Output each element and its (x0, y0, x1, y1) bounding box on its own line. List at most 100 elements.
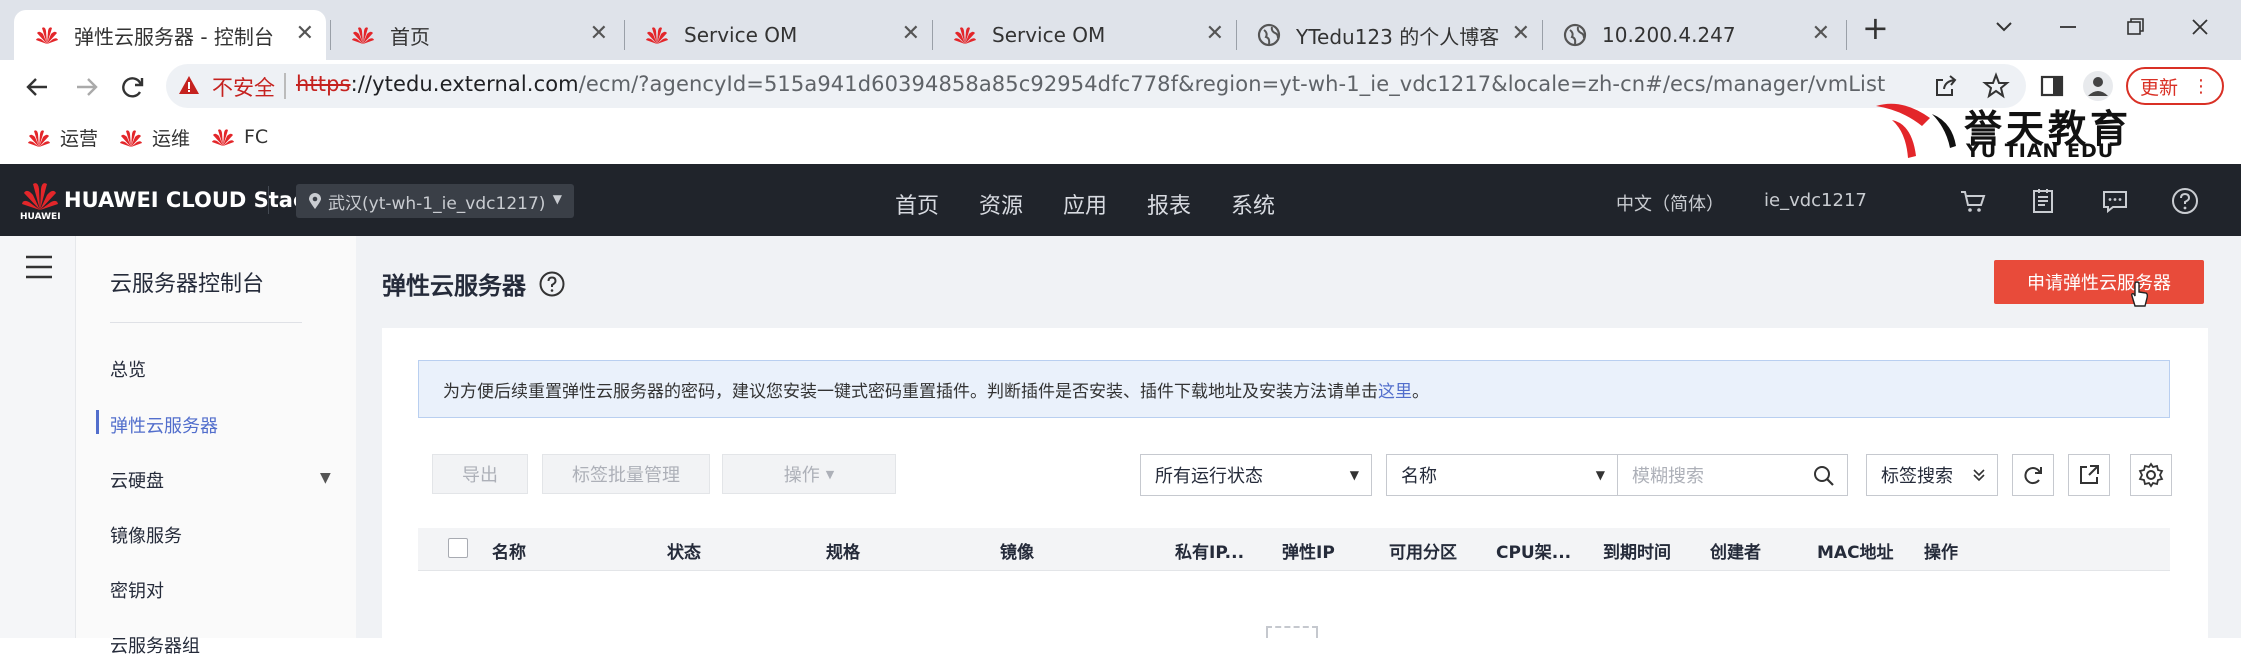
brand-name[interactable]: HUAWEI CLOUD Stack (64, 188, 319, 212)
huawei-logo-icon (20, 180, 60, 212)
url-path: /ecm/?agencyId=515a941d60394858a85c92954… (578, 72, 1886, 96)
sidebar-item-ecs[interactable]: 弹性云服务器 (110, 412, 218, 438)
menu-icon[interactable] (24, 254, 54, 280)
column-header[interactable]: 私有IP... (1175, 538, 1244, 563)
column-header[interactable]: 弹性IP (1282, 538, 1335, 563)
settings-icon[interactable] (2130, 454, 2172, 496)
huawei-icon (644, 22, 670, 48)
forward-icon[interactable] (70, 70, 104, 104)
watermark-en: YU TIAN EDU (1966, 140, 2115, 162)
close-icon[interactable]: ✕ (902, 23, 920, 45)
minimize-icon[interactable] (2048, 14, 2088, 40)
caret-down-icon[interactable]: ▼ (320, 470, 331, 486)
bookmark-label: 运营 (60, 128, 99, 150)
search-field-label: 名称 (1401, 466, 1437, 487)
nav-resources[interactable]: 资源 (979, 188, 1023, 220)
nav-apps[interactable]: 应用 (1063, 188, 1107, 220)
column-header: 操作 (1924, 543, 1958, 563)
url-text[interactable]: https://ytedu.external.com/ecm/?agencyId… (296, 72, 1885, 96)
nav-system[interactable]: 系统 (1231, 188, 1275, 220)
orders-icon[interactable] (2028, 186, 2058, 216)
nav-reports[interactable]: 报表 (1147, 188, 1191, 220)
search-icon[interactable] (1812, 464, 1836, 488)
close-window-icon[interactable] (2180, 14, 2220, 40)
nav-home[interactable]: 首页 (895, 188, 939, 220)
warning-icon[interactable] (178, 74, 200, 96)
huawei-icon (118, 125, 144, 151)
sidebar-item-overview[interactable]: 总览 (110, 356, 146, 382)
close-icon[interactable]: ✕ (590, 23, 608, 45)
search-field-select[interactable]: 名称 ▼ (1386, 454, 1618, 496)
bookmark-maintenance[interactable]: 运维 (118, 124, 190, 151)
url-scheme: https (296, 72, 351, 96)
sidebar-item-keypairs[interactable]: 密钥对 (110, 577, 164, 603)
tab-title: YTedu123 的个人博客 (1296, 24, 1500, 49)
actions-dropdown[interactable]: 操作 ▼ (722, 454, 896, 494)
location-pin-icon (308, 192, 322, 210)
refresh-icon[interactable] (2012, 454, 2054, 496)
sidebar-title: 云服务器控制台 (110, 272, 265, 297)
close-icon[interactable]: ✕ (1206, 23, 1224, 45)
tab-service-om-1[interactable]: Service OM ✕ (624, 10, 932, 60)
tab-blog[interactable]: YTedu123 的个人博客 ✕ (1236, 10, 1542, 60)
export-icon[interactable] (2068, 454, 2110, 496)
insecure-label[interactable]: 不安全 (212, 72, 275, 102)
column-header[interactable]: 名称 (492, 538, 526, 563)
status-filter-select[interactable]: 所有运行状态 ▼ (1140, 454, 1372, 496)
close-icon[interactable]: ✕ (1512, 23, 1530, 45)
sidebar-item-server-groups[interactable]: 云服务器组 (110, 632, 200, 658)
notice-link[interactable]: 这里 (1378, 377, 1412, 402)
tab-ip[interactable]: 10.200.4.247 ✕ (1542, 10, 1842, 60)
language-select[interactable]: 中文（简体） (1616, 190, 1724, 216)
select-all-checkbox[interactable] (448, 538, 468, 558)
tab-title: Service OM (992, 23, 1106, 47)
header-divider (268, 186, 269, 214)
column-header[interactable]: CPU架... (1496, 538, 1571, 563)
restore-icon[interactable] (2114, 14, 2154, 40)
close-icon[interactable]: ✕ (296, 23, 314, 45)
tab-search-icon[interactable] (1984, 14, 2024, 40)
bookmark-ops[interactable]: 运营 (26, 124, 98, 151)
user-menu[interactable]: ie_vdc1217 (1764, 190, 1867, 211)
tag-batch-button[interactable]: 标签批量管理 (542, 454, 710, 494)
new-tab-button[interactable]: + (1862, 12, 1889, 44)
column-header[interactable]: 到期时间 (1603, 538, 1671, 563)
tab-title: 弹性云服务器 - 控制台 (74, 24, 274, 49)
bookmark-fc[interactable]: FC (210, 124, 268, 150)
apply-ecs-button[interactable]: 申请弹性云服务器 (1994, 260, 2204, 304)
sidebar-divider (110, 322, 302, 323)
column-header[interactable]: 可用分区 (1389, 538, 1457, 563)
message-icon[interactable] (2100, 186, 2130, 216)
caret-down-icon: ▼ (552, 192, 562, 206)
huawei-icon (26, 125, 52, 151)
sidebar-item-images[interactable]: 镜像服务 (110, 522, 182, 548)
actions-label: 操作 (783, 465, 820, 486)
region-select[interactable]: 武汉(yt-wh-1_ie_vdc1217) ▼ (296, 184, 574, 218)
address-separator (284, 73, 286, 99)
empty-state-icon (1266, 626, 1318, 638)
help-icon[interactable] (2170, 186, 2200, 216)
back-icon[interactable] (20, 70, 54, 104)
update-label: 更新 (2139, 76, 2178, 99)
sidebar-active-indicator (96, 410, 99, 434)
sidebar-item-evs[interactable]: 云硬盘 (110, 467, 164, 493)
question-icon[interactable] (538, 270, 566, 298)
tab-home[interactable]: 首页 ✕ (330, 10, 620, 60)
service-strip (0, 236, 76, 638)
column-header[interactable]: MAC地址 (1817, 538, 1894, 563)
tab-ecs-console[interactable]: 弹性云服务器 - 控制台 ✕ (14, 10, 326, 60)
cart-icon[interactable] (1958, 186, 1988, 216)
close-icon[interactable]: ✕ (1812, 23, 1830, 45)
column-header[interactable]: 规格 (826, 538, 860, 563)
reload-icon[interactable] (116, 70, 150, 104)
tag-search-button[interactable]: 标签搜索 (1866, 454, 1998, 496)
column-header[interactable]: 状态 (667, 538, 701, 563)
column-header[interactable]: 镜像 (1000, 538, 1034, 563)
globe-icon (1256, 22, 1282, 48)
update-button[interactable]: 更新 ⋮ (2126, 67, 2224, 105)
status-filter-label: 所有运行状态 (1155, 466, 1263, 487)
export-button[interactable]: 导出 (432, 454, 528, 494)
caret-down-icon: ▼ (1349, 468, 1359, 482)
tab-service-om-2[interactable]: Service OM ✕ (932, 10, 1236, 60)
column-header[interactable]: 创建者 (1710, 538, 1761, 563)
